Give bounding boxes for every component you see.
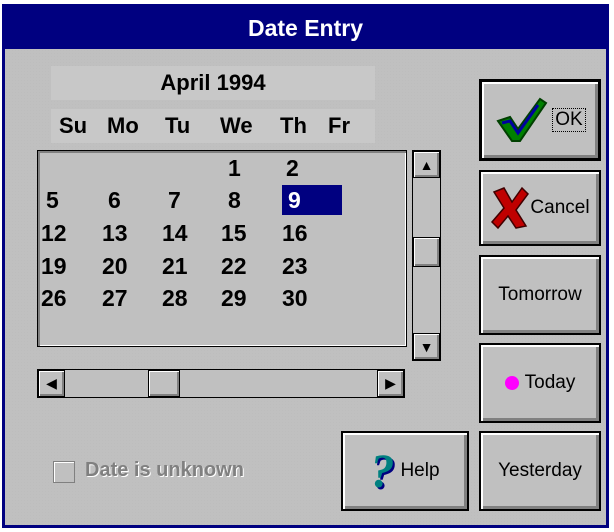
title-bar: Date Entry: [5, 7, 606, 49]
horizontal-scrollbar[interactable]: ◀ ▶: [37, 369, 405, 398]
today-button[interactable]: Today: [479, 343, 601, 423]
tomorrow-button[interactable]: Tomorrow: [479, 255, 601, 335]
left-arrow-icon: ◀: [46, 375, 57, 391]
day-cell[interactable]: 5: [46, 185, 96, 215]
help-label: Help: [400, 460, 440, 481]
vertical-scroll-thumb[interactable]: [413, 237, 440, 267]
window-title: Date Entry: [247, 14, 364, 41]
weekday-label: Mo: [107, 113, 139, 138]
month-header: April 1994: [51, 66, 375, 100]
day-cell[interactable]: 12: [41, 218, 91, 248]
day-cell[interactable]: 6: [108, 185, 158, 215]
weekday-header: Su Mo Tu We Th Fr: [51, 109, 375, 143]
yesterday-label: Yesterday: [498, 460, 582, 481]
scroll-down-button[interactable]: ▼: [413, 333, 440, 360]
day-cell[interactable]: 27: [102, 283, 152, 313]
calendar-grid: 1 2 5 6 7 8 9 12 13 14 15 16 19 20 21 22…: [37, 150, 407, 347]
day-cell[interactable]: 30: [282, 283, 332, 313]
day-cell[interactable]: 21: [162, 251, 212, 281]
cancel-label: Cancel: [530, 197, 590, 218]
day-cell[interactable]: 26: [41, 283, 91, 313]
weekday-label: Th: [280, 113, 307, 138]
right-arrow-icon: ▶: [385, 375, 396, 391]
day-cell[interactable]: 1: [228, 153, 278, 183]
day-cell[interactable]: 2: [286, 153, 336, 183]
month-label: April 1994: [160, 70, 266, 95]
ok-button[interactable]: OK: [479, 79, 601, 161]
help-button[interactable]: ? Help: [341, 431, 469, 511]
red-x-icon: [491, 186, 530, 230]
date-unknown-checkbox[interactable]: [53, 461, 75, 483]
day-cell[interactable]: 20: [102, 251, 152, 281]
cancel-button[interactable]: Cancel: [479, 170, 601, 246]
weekday-label: Fr: [328, 113, 350, 138]
date-entry-dialog: Date Entry April 1994 Su Mo Tu We Th Fr …: [2, 4, 609, 528]
today-label: Today: [524, 372, 576, 393]
selected-day-cell[interactable]: 9: [282, 185, 342, 215]
date-unknown-label: Date is unknown: [85, 459, 244, 481]
day-cell[interactable]: 22: [221, 251, 271, 281]
weekday-label: Su: [59, 113, 88, 138]
day-cell[interactable]: 14: [162, 218, 212, 248]
day-cell[interactable]: 13: [102, 218, 152, 248]
tomorrow-label: Tomorrow: [498, 284, 582, 305]
scroll-left-button[interactable]: ◀: [38, 370, 65, 397]
checkmark-icon: [496, 97, 548, 142]
day-cell[interactable]: 23: [282, 251, 332, 281]
day-cell[interactable]: 15: [221, 218, 271, 248]
day-cell[interactable]: 16: [282, 218, 332, 248]
scroll-right-button[interactable]: ▶: [377, 370, 404, 397]
question-mark-icon: ?: [370, 444, 395, 498]
ok-label: OK: [552, 108, 586, 132]
day-cell[interactable]: 8: [228, 185, 278, 215]
day-cell[interactable]: 7: [168, 185, 218, 215]
weekday-label: Tu: [165, 113, 191, 138]
day-cell[interactable]: 29: [221, 283, 271, 313]
day-cell[interactable]: 28: [162, 283, 212, 313]
vertical-scrollbar[interactable]: ▲ ▼: [412, 150, 441, 361]
scroll-up-button[interactable]: ▲: [413, 151, 440, 178]
today-dot-icon: [504, 376, 519, 390]
down-arrow-icon: ▼: [419, 338, 434, 355]
weekday-label: We: [220, 113, 253, 138]
yesterday-button[interactable]: Yesterday: [479, 431, 601, 511]
up-arrow-icon: ▲: [419, 156, 434, 173]
day-cell[interactable]: 19: [41, 251, 91, 281]
horizontal-scroll-thumb[interactable]: [148, 370, 180, 397]
